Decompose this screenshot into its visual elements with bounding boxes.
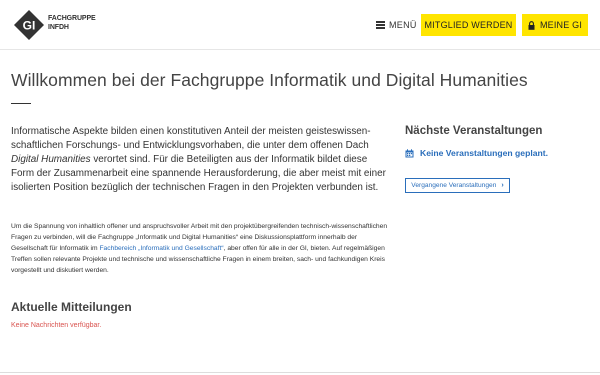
past-events-label: Vergangene Veranstaltungen bbox=[411, 182, 497, 189]
gi-logo-icon[interactable]: GI bbox=[14, 10, 44, 40]
detail-paragraph: Um die Spannung von inhaltlich offener u… bbox=[11, 222, 389, 277]
events-heading: Nächste Veranstaltungen bbox=[405, 125, 543, 137]
footer-divider bbox=[0, 372, 600, 373]
become-member-label: MITGLIED WERDEN bbox=[424, 20, 513, 30]
intro-emphasis: Digital Humanities bbox=[11, 154, 91, 166]
chevron-right-icon: › bbox=[501, 182, 504, 189]
page-title: Willkommen bei der Fachgruppe Informatik… bbox=[11, 70, 528, 90]
calendar-icon bbox=[405, 148, 414, 157]
menu-button[interactable]: MENÜ bbox=[376, 17, 417, 33]
svg-text:GI: GI bbox=[23, 19, 36, 33]
news-heading: Aktuelle Mitteilungen bbox=[11, 300, 132, 314]
title-divider bbox=[11, 103, 31, 104]
my-gi-label: MEINE GI bbox=[539, 20, 583, 30]
intro-paragraph: Informatische Aspekte bilden einen konst… bbox=[11, 125, 389, 195]
logo-line-2: INFDH bbox=[48, 24, 69, 31]
become-member-button[interactable]: MITGLIED WERDEN bbox=[421, 14, 516, 36]
lock-icon bbox=[528, 20, 535, 30]
fachbereich-link[interactable]: Fachbereich „Informatik und Gesellschaft… bbox=[99, 245, 223, 252]
no-events-label: Keine Veranstaltungen geplant. bbox=[420, 148, 548, 158]
logo-line-1: FACHGRUPPE bbox=[48, 15, 96, 22]
logo-text[interactable]: FACHGRUPPE INFDH bbox=[48, 14, 96, 32]
hamburger-icon bbox=[376, 21, 385, 29]
menu-label: MENÜ bbox=[389, 20, 417, 30]
past-events-button[interactable]: Vergangene Veranstaltungen › bbox=[405, 178, 510, 193]
my-gi-button[interactable]: MEINE GI bbox=[522, 14, 588, 36]
no-events-message: Keine Veranstaltungen geplant. bbox=[405, 148, 548, 158]
intro-text-1: Informatische Aspekte bilden einen konst… bbox=[11, 126, 371, 152]
site-header: GI FACHGRUPPE INFDH MENÜ MITGLIED WERDEN… bbox=[0, 0, 600, 50]
news-empty-message: Keine Nachrichten verfügbar. bbox=[11, 322, 102, 329]
